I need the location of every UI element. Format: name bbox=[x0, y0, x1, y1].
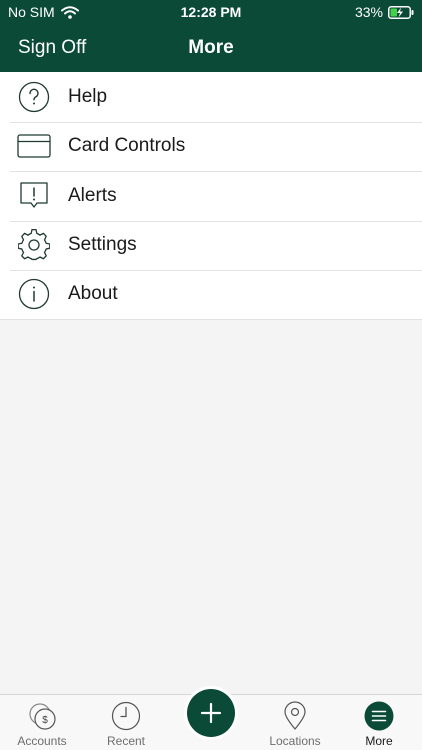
battery-charging-icon bbox=[388, 5, 414, 19]
gear-icon bbox=[17, 228, 51, 262]
more-menu-list: Help Card Controls Alerts Settings About bbox=[0, 72, 422, 320]
tab-label: Locations bbox=[269, 734, 321, 748]
menu-item-label: Card Controls bbox=[68, 135, 186, 157]
battery-status: 33% bbox=[355, 4, 414, 20]
page-title: More bbox=[188, 37, 234, 58]
tab-accounts[interactable]: $ Accounts bbox=[0, 695, 84, 750]
tab-recent[interactable]: Recent bbox=[84, 695, 168, 750]
location-pin-icon bbox=[284, 701, 306, 730]
menu-item-label: Alerts bbox=[68, 184, 117, 206]
menu-item-alerts[interactable]: Alerts bbox=[0, 171, 422, 221]
menu-item-card-controls[interactable]: Card Controls bbox=[0, 121, 422, 172]
info-icon bbox=[17, 277, 51, 311]
menu-item-settings[interactable]: Settings bbox=[0, 220, 422, 271]
menu-item-label: Settings bbox=[68, 234, 137, 256]
status-bar: No SIM 12:28 PM 33% bbox=[0, 0, 422, 24]
help-icon bbox=[17, 80, 51, 114]
navigation-bar: Sign Off More bbox=[0, 24, 422, 72]
clock-icon bbox=[111, 701, 141, 731]
tab-label: More bbox=[365, 734, 393, 748]
add-action-button[interactable] bbox=[187, 689, 235, 737]
battery-percent: 33% bbox=[354, 4, 383, 20]
menu-item-label: Help bbox=[68, 85, 108, 107]
menu-item-help[interactable]: Help bbox=[0, 72, 422, 122]
alert-icon bbox=[17, 179, 51, 213]
accounts-icon: $ bbox=[29, 703, 56, 730]
tab-label: Recent bbox=[106, 734, 146, 748]
svg-text:$: $ bbox=[42, 715, 48, 726]
card-icon bbox=[17, 129, 51, 163]
plus-icon bbox=[200, 702, 222, 724]
menu-item-about[interactable]: About bbox=[0, 270, 422, 320]
tab-more[interactable]: More bbox=[337, 695, 421, 750]
tab-locations[interactable]: Locations bbox=[253, 695, 337, 750]
menu-item-label: About bbox=[68, 283, 118, 305]
tab-label: Accounts bbox=[17, 734, 67, 748]
menu-icon bbox=[364, 701, 394, 731]
